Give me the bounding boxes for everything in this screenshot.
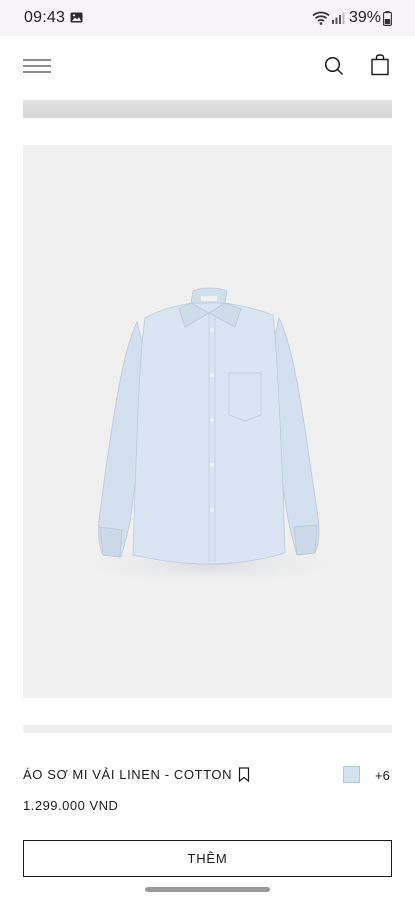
menu-icon[interactable] xyxy=(23,58,51,74)
add-to-cart-button[interactable]: THÊM xyxy=(23,840,392,877)
color-swatch[interactable] xyxy=(343,766,360,783)
app-header xyxy=(0,36,415,96)
product-image[interactable] xyxy=(23,145,392,698)
product-name[interactable]: ÁO SƠ MI VẢI LINEN - COTTON xyxy=(23,767,232,782)
next-product-image-strip xyxy=(23,725,392,733)
battery-percent: 39% xyxy=(349,9,382,26)
shopping-bag-icon[interactable] xyxy=(370,54,390,76)
product-price: 1.299.000 VND xyxy=(23,798,119,813)
wifi-icon xyxy=(312,11,330,25)
battery-icon xyxy=(383,11,392,26)
shirt-illustration xyxy=(23,145,392,698)
gesture-navigation-bar[interactable] xyxy=(145,887,270,892)
search-icon[interactable] xyxy=(323,55,345,77)
status-bar: 09:43 39% xyxy=(0,0,415,36)
gallery-icon xyxy=(70,12,83,23)
signal-icon xyxy=(332,12,345,24)
status-time: 09:43 xyxy=(24,9,66,26)
bookmark-icon[interactable] xyxy=(238,767,250,782)
more-colors-count[interactable]: +6 xyxy=(375,768,390,783)
previous-product-image-strip xyxy=(23,100,392,118)
